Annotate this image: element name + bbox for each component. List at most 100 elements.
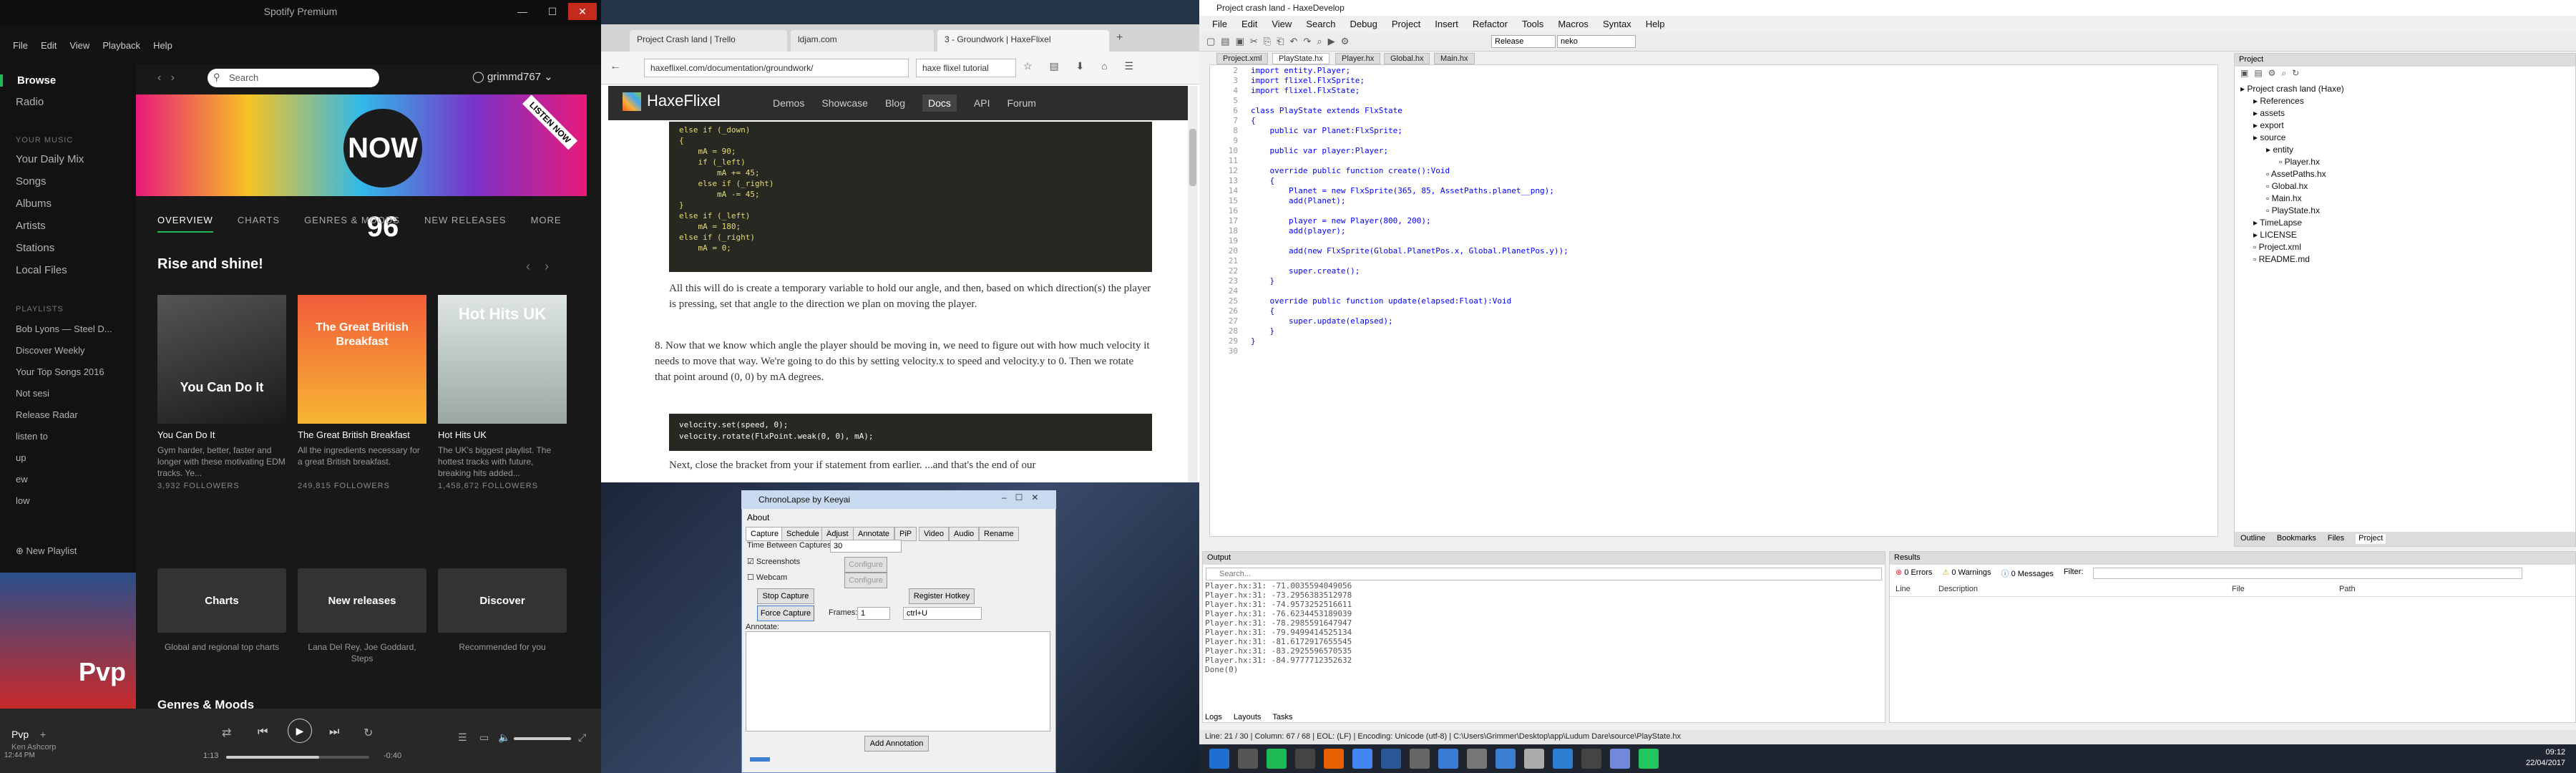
force-capture-button[interactable]: Force Capture	[757, 606, 814, 621]
tab-logs[interactable]: Logs	[1205, 713, 1222, 721]
clock-app-icon[interactable]	[1524, 749, 1544, 769]
tree-item[interactable]: ▫ Main.hx	[2266, 193, 2302, 203]
hd-menu-syntax[interactable]: Syntax	[1603, 19, 1631, 29]
tab-charts[interactable]: CHARTS	[238, 215, 280, 233]
chrome-icon[interactable]	[1352, 749, 1372, 769]
tab-outline[interactable]: Outline	[2240, 534, 2265, 544]
tree-item[interactable]: ▫ README.md	[2253, 254, 2310, 264]
menu-about[interactable]: About	[747, 512, 769, 522]
menu-playback[interactable]: Playback	[102, 40, 140, 51]
warnings-badge[interactable]: ⚠ 0 Warnings	[1942, 568, 1991, 579]
toolbar-icons[interactable]: ☆ ▤ ⬇ ⌂ ☰	[1023, 60, 1141, 72]
volume-slider[interactable]	[514, 737, 571, 740]
menu-help[interactable]: Help	[153, 40, 172, 51]
tab-audio[interactable]: Audio	[949, 527, 980, 541]
next-icon[interactable]: ⏭	[329, 726, 339, 739]
tab-annotate[interactable]: Annotate	[853, 527, 895, 541]
output-search-input[interactable]: Search...	[1206, 568, 1882, 580]
editor-code[interactable]: import entity.Player; import flixel.FlxS…	[1251, 66, 1568, 346]
album-cover[interactable]: Pvp	[0, 573, 136, 709]
sidebar-item-albums[interactable]: Albums	[16, 198, 52, 210]
hd-menu-view[interactable]: View	[1272, 19, 1292, 29]
tree-item[interactable]: ▸ TimeLapse	[2253, 218, 2302, 228]
sidebar-item-radio[interactable]: Radio	[16, 96, 44, 108]
back-icon[interactable]: ←	[610, 60, 621, 73]
carousel-arrows[interactable]: ‹ ›	[526, 259, 549, 274]
tile-discover[interactable]: Discover	[438, 568, 567, 633]
playlist-item[interactable]: ew	[16, 474, 28, 485]
link-docs[interactable]: Docs	[922, 94, 957, 112]
errors-badge[interactable]: ⊗ 0 Errors	[1896, 568, 1932, 579]
hd-menu-help[interactable]: Help	[1646, 19, 1665, 29]
hotkey-input[interactable]: ctrl+U	[903, 607, 982, 620]
now96-banner[interactable]: NOW 96 LISTEN NOW	[136, 94, 587, 243]
tab-tasks[interactable]: Tasks	[1272, 713, 1292, 721]
tree-item[interactable]: ▸ LICENSE	[2253, 230, 2297, 240]
file-tab-player[interactable]: Player.hx	[1335, 53, 1381, 64]
hd-menu-project[interactable]: Project	[1392, 19, 1420, 29]
link-api[interactable]: API	[974, 97, 990, 112]
tab-layouts[interactable]: Layouts	[1234, 713, 1262, 721]
playlist-item[interactable]: up	[16, 452, 26, 463]
close-icon[interactable]: ✕	[568, 3, 597, 20]
menu-file[interactable]: File	[13, 40, 28, 51]
stop-capture-button[interactable]: Stop Capture	[757, 588, 814, 604]
sidebar-item-browse[interactable]: Browse	[0, 74, 56, 87]
hd-menu-insert[interactable]: Insert	[1435, 19, 1458, 29]
app-icon[interactable]	[1438, 749, 1458, 769]
hd-menu-search[interactable]: Search	[1306, 19, 1335, 29]
previous-icon[interactable]: ⏮	[258, 726, 268, 739]
tab-genres[interactable]: GENRES & MOODS	[304, 215, 400, 233]
tab-video[interactable]: Video	[919, 527, 949, 541]
firefox-icon[interactable]	[1324, 749, 1344, 769]
tab-schedule[interactable]: Schedule	[781, 527, 824, 541]
tab-rename[interactable]: Rename	[979, 527, 1019, 541]
track-artist[interactable]: Ken Ashcorp	[11, 743, 56, 752]
sidebar-item-artists[interactable]: Artists	[16, 220, 46, 232]
spotify-icon[interactable]	[1267, 749, 1287, 769]
url-bar[interactable]: haxeflixel.com/documentation/groundwork/	[644, 59, 909, 77]
minimize-icon[interactable]: —	[508, 3, 537, 20]
repeat-icon[interactable]: ↻	[364, 726, 373, 740]
col-description[interactable]: Description	[1938, 585, 2232, 593]
tab-files[interactable]: Files	[2328, 534, 2344, 544]
file-tab-main[interactable]: Main.hx	[1434, 53, 1475, 64]
build-config-select[interactable]: Release	[1491, 35, 1556, 48]
tile-new-releases[interactable]: New releases	[298, 568, 426, 633]
maximize-icon[interactable]: ☐	[538, 3, 567, 20]
menu-view[interactable]: View	[69, 40, 89, 51]
tab-trello[interactable]: Project Crash land | Trello	[630, 30, 787, 52]
webcam-checkbox[interactable]: ☐ Webcam	[747, 573, 787, 582]
playlist-item[interactable]: low	[16, 495, 30, 506]
playlist-card[interactable]: Hot Hits UK Hot Hits UK The UK's biggest…	[438, 295, 567, 490]
app-icon[interactable]	[1467, 749, 1487, 769]
tab-capture[interactable]: Capture	[746, 527, 784, 541]
progress-bar[interactable]	[226, 756, 369, 759]
taskbar-clock[interactable]: 09:12 22/04/2017	[2526, 747, 2565, 769]
steam-icon[interactable]	[1238, 749, 1258, 769]
search-input[interactable]: Search	[208, 69, 379, 87]
shuffle-icon[interactable]: ⇄	[222, 726, 231, 740]
hd-menu-file[interactable]: File	[1212, 19, 1227, 29]
hd-menu-debug[interactable]: Debug	[1350, 19, 1377, 29]
tab-pip[interactable]: PiP	[894, 527, 917, 541]
screenshots-checkbox[interactable]: ☑ Screenshots	[747, 557, 800, 566]
tree-item[interactable]: ▫ Global.hx	[2266, 181, 2308, 191]
playlist-item[interactable]: Release Radar	[16, 409, 78, 420]
tab-haxeflixel[interactable]: 3 - Groundwork | HaxeFlixel	[937, 30, 1109, 52]
new-playlist-button[interactable]: ⊕ New Playlist	[16, 545, 77, 557]
col-line[interactable]: Line	[1896, 585, 1938, 593]
project-toolbar-icons[interactable]: ▣▤⚙⌕↻	[2235, 67, 2575, 81]
tree-item[interactable]: ▫ AssetPaths.hx	[2266, 169, 2326, 179]
browser-search-input[interactable]: haxe flixel tutorial	[916, 59, 1016, 77]
fullscreen-icon[interactable]: ⤢	[578, 731, 586, 744]
sidebar-item-local-files[interactable]: Local Files	[16, 264, 67, 276]
app-icon[interactable]	[1496, 749, 1516, 769]
tab-adjust[interactable]: Adjust	[821, 527, 854, 541]
sidebar-item-stations[interactable]: Stations	[16, 242, 54, 254]
col-file[interactable]: File	[2232, 585, 2339, 593]
file-tab-project-xml[interactable]: Project.xml	[1216, 53, 1269, 64]
hd-menu-edit[interactable]: Edit	[1241, 19, 1257, 29]
devices-icon[interactable]: ▭	[479, 731, 489, 744]
hd-menu-refactor[interactable]: Refactor	[1473, 19, 1508, 29]
